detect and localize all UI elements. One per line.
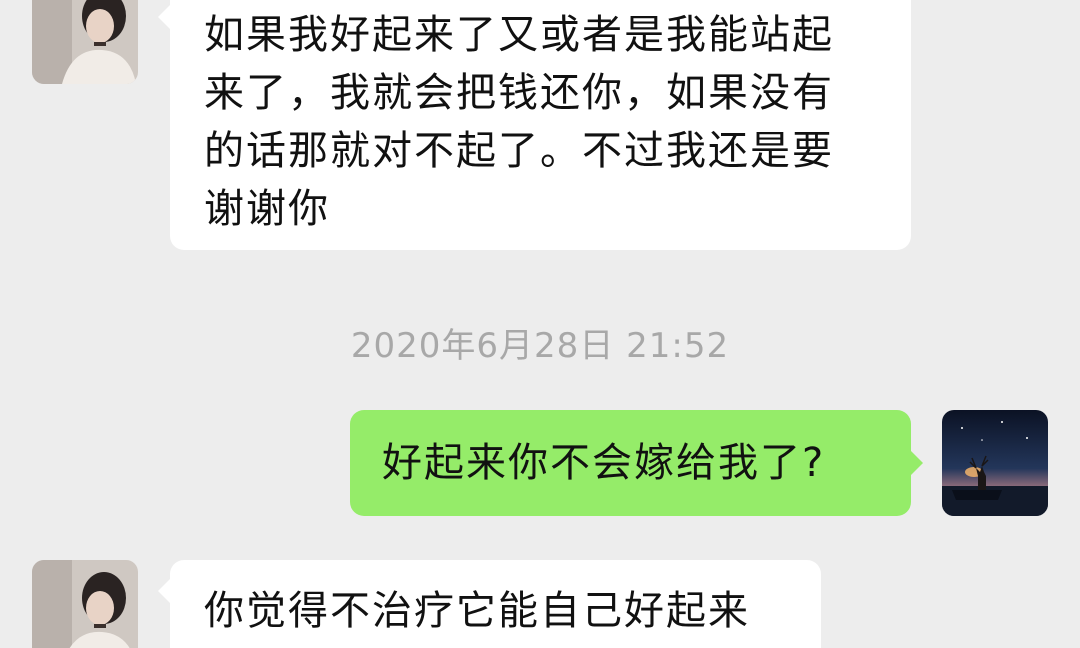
message-line: 好起来你不会嫁给我了?	[382, 440, 826, 486]
deer-night-icon	[942, 410, 1048, 516]
contact-avatar[interactable]	[32, 0, 138, 84]
bubble-tail	[158, 578, 171, 604]
message-line: 如果我好起来了又或者是我能站起	[204, 12, 834, 58]
message-line: 的话那就对不起了。不过我还是要	[204, 128, 834, 174]
message-line: 你觉得不治疗它能自己好起来	[204, 588, 750, 634]
my-avatar[interactable]	[942, 410, 1048, 516]
incoming-message-bubble[interactable]: 如果我好起来了又或者是我能站起 来了，我就会把钱还你，如果没有 的话那就对不起了…	[158, 0, 911, 250]
message-line: 谢谢你	[204, 186, 330, 232]
girl-photo-icon	[32, 0, 138, 84]
girl-photo-icon	[32, 560, 138, 648]
bubble-tail	[158, 4, 171, 30]
incoming-message-bubble[interactable]: 你觉得不治疗它能自己好起来	[158, 560, 821, 648]
bubble-tail	[910, 450, 923, 476]
outgoing-message-bubble[interactable]: 好起来你不会嫁给我了?	[350, 410, 923, 516]
message-line: 来了，我就会把钱还你，如果没有	[204, 70, 834, 116]
chat-view[interactable]: 如果我好起来了又或者是我能站起 来了，我就会把钱还你，如果没有 的话那就对不起了…	[0, 0, 1080, 648]
message-timestamp: 2020年6月28日 21:52	[350, 326, 730, 366]
contact-avatar[interactable]	[32, 560, 138, 648]
